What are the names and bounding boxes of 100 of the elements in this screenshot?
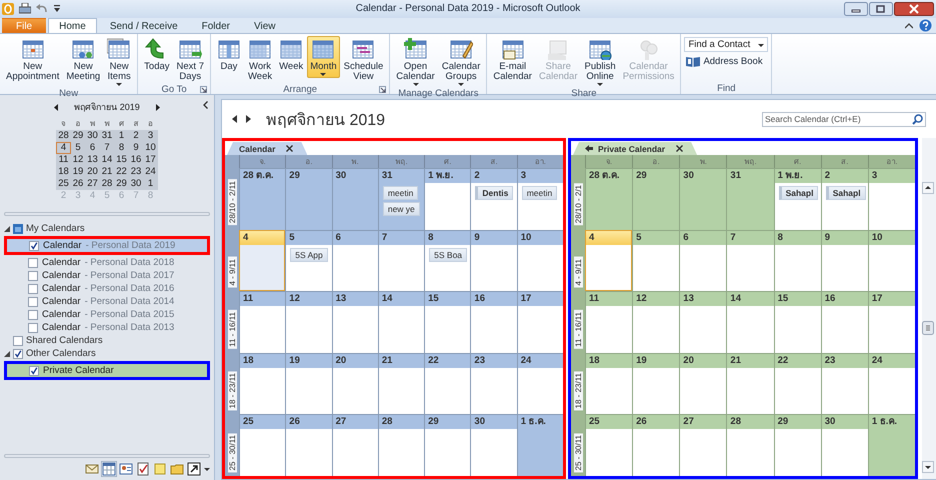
caret-icon[interactable] xyxy=(204,468,210,470)
calendar-item[interactable]: Private Calendar xyxy=(4,361,210,380)
date-cell[interactable]: 16 xyxy=(128,154,144,166)
ribbon-button[interactable]: Open Calendar xyxy=(393,36,438,88)
calendar-icon[interactable] xyxy=(102,462,116,476)
date-cell[interactable]: 23 xyxy=(128,166,144,178)
day-cell[interactable]: 30 xyxy=(332,168,378,230)
date-cell[interactable]: 4 xyxy=(56,142,71,154)
launcher-icon[interactable] xyxy=(379,86,386,93)
date-cell[interactable]: 12 xyxy=(70,154,86,166)
checkbox[interactable] xyxy=(28,270,38,280)
day-cell[interactable]: 29 xyxy=(285,168,332,230)
date-cell[interactable]: 28 xyxy=(100,178,114,190)
date-cell[interactable]: 30 xyxy=(85,130,100,142)
date-cell[interactable]: 7 xyxy=(100,142,114,154)
event[interactable]: 5S Boa xyxy=(429,248,468,262)
date-cell[interactable]: 29 xyxy=(114,178,129,190)
calendar-item[interactable]: Calendar - Personal Data 2013 xyxy=(3,321,210,334)
customize-icon[interactable] xyxy=(53,4,61,14)
date-cell[interactable]: 18 xyxy=(56,166,71,178)
scrollbar[interactable] xyxy=(922,138,936,479)
collapse-icon[interactable] xyxy=(203,101,208,109)
collapse-ribbon-icon[interactable] xyxy=(905,22,913,28)
date-cell[interactable]: 9 xyxy=(128,142,144,154)
checkbox[interactable] xyxy=(29,240,39,250)
ribbon-button[interactable]: Today xyxy=(141,36,173,74)
date-cell[interactable]: 29 xyxy=(70,130,86,142)
calendar-item[interactable]: Calendar - Personal Data 2014 xyxy=(3,295,210,308)
scroll-thumb-icon[interactable] xyxy=(922,320,934,334)
calendar-item[interactable]: Calendar - Personal Data 2019 xyxy=(4,236,210,255)
calendar-item[interactable]: Calendar - Personal Data 2016 xyxy=(3,282,210,295)
event[interactable]: Sahapl xyxy=(778,186,818,200)
help-icon[interactable] xyxy=(919,19,932,32)
date-cell[interactable]: 5 xyxy=(70,142,86,154)
date-cell[interactable]: 15 xyxy=(114,154,129,166)
search-field[interactable]: Find a Contact xyxy=(684,37,768,52)
ribbon-button[interactable]: Publish Online xyxy=(582,36,619,88)
date-cell[interactable]: 10 xyxy=(143,142,158,154)
ribbon-button[interactable]: Calendar Groups xyxy=(438,36,484,88)
close-icon[interactable] xyxy=(286,145,294,152)
day-cell[interactable]: 29 xyxy=(632,168,680,230)
next-icon[interactable] xyxy=(246,115,251,123)
ribbon-button[interactable]: Schedule View xyxy=(340,36,386,84)
week-label[interactable]: 18 - 23/11 xyxy=(228,370,236,410)
event[interactable]: Sahapl xyxy=(826,186,866,200)
week-label[interactable]: 4 - 9/11 xyxy=(574,256,582,288)
date-cell[interactable]: 14 xyxy=(100,154,114,166)
week-label[interactable]: 28/10 - 2/11 xyxy=(228,179,236,226)
ribbon-button[interactable]: Week xyxy=(276,36,306,74)
date-cell[interactable]: 21 xyxy=(100,166,114,178)
ribbon-tab[interactable]: Send / Receive xyxy=(98,18,189,33)
search-field[interactable]: Search Calendar (Ctrl+E) xyxy=(762,112,926,126)
ribbon-tab[interactable]: Home xyxy=(48,18,97,33)
week-label[interactable]: 28/10 - 2/1 xyxy=(574,183,582,226)
calendar-tab[interactable]: Private Calendar xyxy=(573,142,698,155)
checkbox[interactable] xyxy=(28,310,38,320)
calendar-tab[interactable]: Calendar xyxy=(227,142,308,155)
launcher-icon[interactable] xyxy=(200,86,207,93)
date-cell[interactable]: 24 xyxy=(143,166,158,178)
mail-icon[interactable] xyxy=(85,462,99,476)
event[interactable]: new ye xyxy=(382,202,420,216)
date-cell[interactable]: 17 xyxy=(143,154,158,166)
day-cell[interactable]: 28 ต.ค. xyxy=(239,168,286,230)
date-cell[interactable]: 6 xyxy=(85,142,100,154)
ribbon-button[interactable]: New Appointment xyxy=(3,36,62,84)
week-label[interactable]: 4 - 9/11 xyxy=(228,256,236,288)
minimize-icon[interactable] xyxy=(844,2,868,16)
day-cell[interactable]: 31 xyxy=(726,168,774,230)
event[interactable]: meetin xyxy=(522,186,558,200)
event[interactable]: 5S App xyxy=(290,248,328,262)
day-cell[interactable]: 1 ธ.ค. xyxy=(516,414,563,476)
previous-icon[interactable] xyxy=(54,104,58,110)
ribbon-button[interactable]: New Items xyxy=(104,36,134,88)
date-cell[interactable]: 26 xyxy=(70,178,86,190)
day-cell[interactable]: 28 ต.ค. xyxy=(585,168,632,230)
shortcut-icon[interactable] xyxy=(187,462,201,476)
task-icon[interactable] xyxy=(136,462,150,476)
ribbon-button[interactable]: New Meeting xyxy=(63,36,104,84)
group-label[interactable]: Shared Calendars xyxy=(26,335,103,346)
calendar-item[interactable]: Calendar - Personal Data 2018 xyxy=(3,256,210,269)
event[interactable]: Dentis xyxy=(475,186,514,200)
date-cell[interactable]: 27 xyxy=(85,178,100,190)
date-cell[interactable]: 1 xyxy=(114,130,129,142)
close-icon[interactable] xyxy=(894,2,934,16)
checkbox[interactable] xyxy=(28,296,38,306)
date-cell[interactable]: 1 xyxy=(143,178,158,190)
date-cell[interactable]: 3 xyxy=(143,130,158,142)
ribbon-tab[interactable]: Folder xyxy=(190,18,241,33)
date-cell[interactable]: 22 xyxy=(114,166,129,178)
scroll-up-icon[interactable] xyxy=(922,182,934,194)
undo-icon[interactable] xyxy=(36,3,48,15)
checkbox[interactable] xyxy=(28,258,38,268)
date-cell[interactable]: 31 xyxy=(100,130,114,142)
calendar-item[interactable]: Calendar - Personal Data 2015 xyxy=(3,308,210,321)
restore-icon[interactable] xyxy=(869,2,893,16)
previous-icon[interactable] xyxy=(232,115,237,123)
event[interactable]: meetin xyxy=(382,186,418,200)
week-label[interactable]: 25 - 30/11 xyxy=(574,432,582,472)
day-cell[interactable]: 30 xyxy=(679,168,726,230)
date-cell[interactable]: 8 xyxy=(114,142,129,154)
